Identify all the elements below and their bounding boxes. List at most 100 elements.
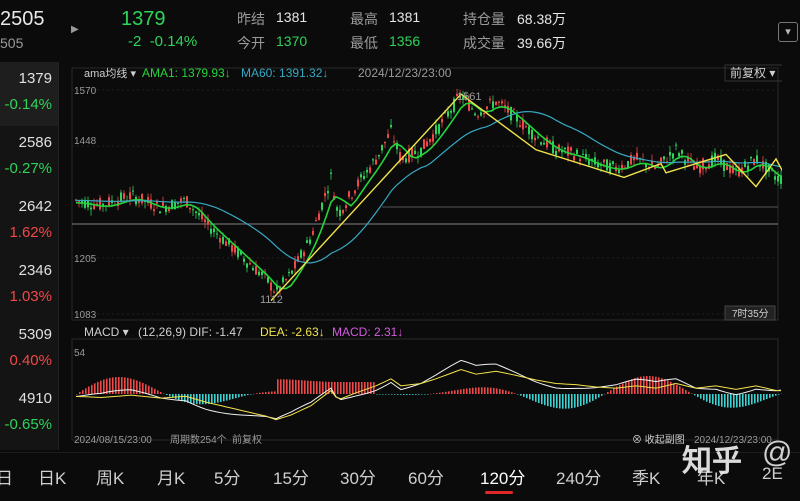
candle-body bbox=[429, 139, 431, 143]
macd-bar bbox=[469, 388, 471, 394]
candle-body bbox=[372, 159, 374, 161]
settings-button[interactable]: ▾ bbox=[778, 22, 798, 42]
tab-8[interactable]: 120分 bbox=[480, 464, 525, 489]
macd-bar bbox=[145, 384, 147, 394]
candle-body bbox=[159, 211, 161, 214]
macd-bar bbox=[238, 394, 240, 398]
macd-bar bbox=[697, 394, 699, 398]
macd-bar bbox=[271, 391, 273, 394]
candle-body bbox=[369, 167, 371, 173]
macd-bar bbox=[286, 379, 288, 394]
candle-body bbox=[300, 250, 302, 258]
tab-0[interactable]: 日 bbox=[0, 464, 13, 489]
macd-bar bbox=[670, 381, 672, 394]
candle-body bbox=[189, 207, 191, 210]
candle-body bbox=[432, 134, 434, 142]
tab-3[interactable]: 月K bbox=[157, 464, 185, 489]
macd-bar bbox=[310, 380, 312, 394]
macd-macd-label: MACD: 2.31↓ bbox=[332, 325, 403, 339]
macd-bar bbox=[460, 389, 462, 394]
candle-body bbox=[198, 213, 200, 216]
macd-bar bbox=[337, 381, 339, 394]
candle-body bbox=[90, 207, 92, 210]
macd-bar bbox=[622, 383, 624, 394]
watchlist-item[interactable]: 2586 -0.27% bbox=[0, 126, 58, 190]
macd-bar bbox=[511, 392, 513, 394]
watchlist-item[interactable]: 5309 0.40% bbox=[0, 318, 58, 382]
watermark-at: @ bbox=[762, 436, 793, 469]
last-price: 1379 bbox=[121, 8, 166, 30]
macd-bar bbox=[565, 394, 567, 409]
macd-bar bbox=[397, 394, 399, 395]
macd-bar bbox=[190, 394, 192, 404]
chevron-right-icon[interactable]: ▶ bbox=[71, 24, 79, 35]
tab-10[interactable]: 季K bbox=[632, 464, 660, 489]
tab-4[interactable]: 5分 bbox=[214, 464, 240, 489]
macd-bar bbox=[553, 394, 555, 408]
candle-body bbox=[357, 179, 359, 187]
macd-bar bbox=[589, 394, 591, 403]
macd-bar bbox=[82, 390, 84, 394]
macd-bar bbox=[667, 380, 669, 394]
macd-bar bbox=[703, 394, 705, 401]
candle-body bbox=[294, 260, 296, 269]
candle-body bbox=[426, 141, 428, 147]
tab-9[interactable]: 240分 bbox=[556, 464, 601, 489]
symbol-code[interactable]: 2505 bbox=[0, 8, 45, 31]
macd-bar bbox=[349, 382, 351, 394]
candle-body bbox=[582, 153, 584, 155]
macd-bar bbox=[241, 394, 243, 397]
macd-bar bbox=[76, 394, 78, 395]
candle-body bbox=[324, 192, 326, 197]
candle-body bbox=[366, 169, 368, 173]
macd-bar bbox=[202, 394, 204, 405]
candle-body bbox=[486, 106, 488, 110]
macd-bar bbox=[598, 394, 600, 398]
candle-body bbox=[477, 116, 479, 118]
macd-bar bbox=[655, 376, 657, 394]
macd-bar bbox=[199, 394, 201, 405]
macd-bar bbox=[562, 394, 564, 409]
price-chart[interactable]: ama均线 ▾ AMA1: 1379.93↓ MA60: 1391.32↓ 2024/… bbox=[62, 62, 782, 450]
macd-bar bbox=[529, 394, 531, 400]
candle-body bbox=[528, 126, 530, 135]
macd-bar bbox=[292, 379, 294, 394]
candle-body bbox=[693, 166, 695, 171]
watchlist-item[interactable]: 1379 -0.14% bbox=[0, 62, 58, 126]
macd-bar bbox=[757, 394, 759, 403]
tab-1[interactable]: 日K bbox=[38, 464, 66, 489]
watchlist-item[interactable]: 2346 1.03% bbox=[0, 254, 58, 318]
macd-bar bbox=[700, 394, 702, 399]
macd-bar bbox=[217, 394, 219, 403]
candle-body bbox=[744, 161, 746, 168]
watchlist-price: 5309 bbox=[18, 326, 52, 343]
candle-body bbox=[360, 174, 362, 178]
macd-bar bbox=[559, 394, 561, 409]
candle-body bbox=[312, 230, 314, 235]
macd-bar bbox=[493, 387, 495, 394]
watchlist-item[interactable]: 2642 1.62% bbox=[0, 190, 58, 254]
tab-5[interactable]: 15分 bbox=[273, 464, 309, 489]
tab-7[interactable]: 60分 bbox=[408, 464, 444, 489]
candle-body bbox=[261, 271, 263, 276]
macd-bar bbox=[781, 393, 782, 395]
macd-bar bbox=[688, 391, 690, 394]
macd-bar bbox=[91, 384, 93, 394]
candle-body bbox=[345, 205, 347, 209]
macd-bar bbox=[715, 394, 717, 406]
macd-bar bbox=[706, 394, 708, 402]
main-panel-frame bbox=[71, 67, 779, 321]
watchlist-item[interactable]: 4910 -0.65% bbox=[0, 382, 58, 446]
watchlist-change: -0.65% bbox=[4, 416, 52, 433]
macd-bar bbox=[523, 394, 525, 397]
y-axis-label: 1570 bbox=[74, 86, 97, 97]
tab-6[interactable]: 30分 bbox=[340, 464, 376, 489]
macd-bar bbox=[754, 394, 756, 404]
dif-line bbox=[75, 359, 782, 420]
macd-bar bbox=[535, 394, 537, 402]
candle-body bbox=[321, 202, 323, 210]
macd-bar bbox=[157, 390, 159, 394]
tab-2[interactable]: 周K bbox=[96, 464, 124, 489]
candle-body bbox=[663, 156, 665, 160]
candle-body bbox=[525, 126, 527, 128]
